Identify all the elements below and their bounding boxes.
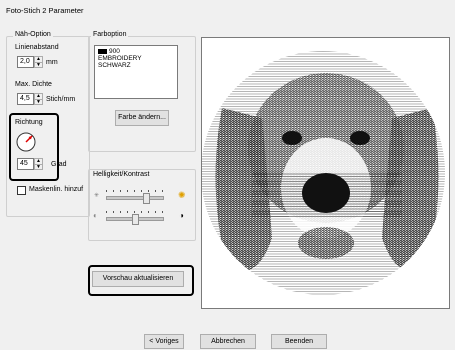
beenden-button[interactable]: Beenden — [271, 334, 327, 349]
brightness-slider-row: ✳ ✺ — [92, 186, 192, 204]
max-dichte-field[interactable]: 4,5 — [17, 93, 34, 105]
color-number: 900 — [109, 48, 120, 55]
contrast-high-icon: ◑ — [179, 211, 184, 220]
color-swatch — [98, 48, 107, 54]
voriges-button[interactable]: < Voriges — [144, 334, 184, 349]
color-list-item[interactable]: 900 — [95, 46, 177, 55]
linienabstand-field[interactable]: 2,0 — [17, 56, 34, 68]
naeh-option-title: Näh-Option — [13, 31, 53, 38]
linienabstand-unit: mm — [46, 59, 58, 66]
preview-panel — [201, 37, 450, 309]
color-list[interactable]: 900 EMBROIDERY SCHWARZ — [94, 45, 178, 99]
contrast-slider-row: ◐ ◑ — [92, 207, 192, 225]
max-dichte-label: Max. Dichte — [15, 81, 52, 88]
direction-dial-icon[interactable] — [15, 131, 37, 153]
helligkeit-group — [88, 169, 196, 241]
richtung-spinner[interactable]: ▲ ▼ — [34, 158, 43, 170]
color-brand: EMBROIDERY — [98, 55, 142, 62]
richtung-label: Richtung — [15, 119, 43, 126]
brightness-slider-track[interactable] — [106, 196, 164, 200]
helligkeit-title: Helligkeit/Kontrast — [91, 171, 152, 178]
farboption-title: Farboption — [91, 31, 129, 38]
brightness-slider-thumb[interactable] — [143, 193, 151, 204]
window-title: Foto-Stich 2 Parameter — [6, 6, 84, 15]
farbe-aendern-button[interactable]: Farbe ändern... — [115, 110, 169, 126]
contrast-low-icon: ◐ — [93, 211, 98, 220]
contrast-slider-thumb[interactable] — [132, 214, 140, 225]
abbrechen-button[interactable]: Abbrechen — [200, 334, 256, 349]
max-dichte-spinner[interactable]: ▲ ▼ — [34, 93, 43, 105]
dog-photo-stitch-preview — [202, 51, 445, 295]
sun-dim-icon: ✳ — [94, 193, 100, 199]
richtung-unit: Grad — [51, 161, 67, 168]
maskenlinie-label: Maskenlin. hinzuf — [29, 186, 84, 193]
linienabstand-label: Linienabstand — [15, 44, 59, 51]
vorschau-aktualisieren-button[interactable]: Vorschau aktualisieren — [92, 271, 184, 287]
maskenlinie-checkbox[interactable] — [17, 186, 26, 195]
richtung-field[interactable]: 45 — [17, 158, 34, 170]
color-name: SCHWARZ — [98, 62, 131, 69]
max-dichte-unit: Stich/mm — [46, 96, 76, 103]
linienabstand-spinner[interactable]: ▲ ▼ — [34, 56, 43, 68]
sun-bright-icon: ✺ — [178, 190, 186, 200]
